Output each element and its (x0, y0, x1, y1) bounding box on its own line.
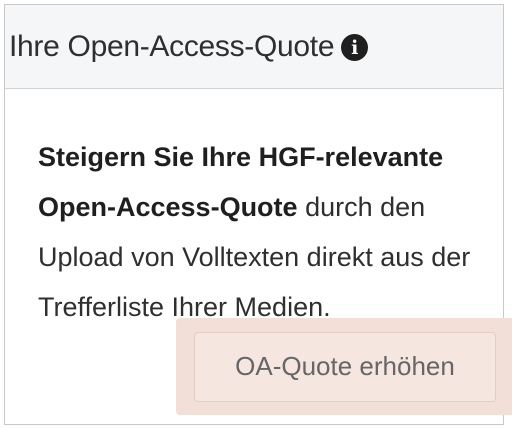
info-icon[interactable]: i (341, 34, 369, 61)
panel-body-text: Steigern Sie Ihre HGF-relevante Open-Acc… (38, 132, 498, 332)
oa-quote-button-label: OA-Quote erhöhen (194, 331, 496, 402)
panel-header: Ihre Open-Access-Quote i (5, 5, 503, 89)
panel-title: Ihre Open-Access-Quote (9, 29, 335, 63)
oa-quote-button[interactable]: OA-Quote erhöhen (176, 318, 512, 415)
